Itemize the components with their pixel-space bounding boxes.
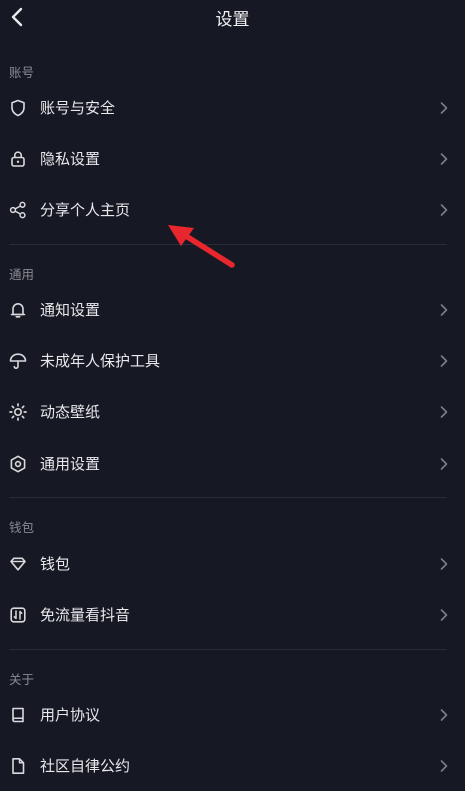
settings-item-notifications[interactable]: 通知设置 bbox=[0, 285, 465, 335]
chevron-right-icon bbox=[440, 609, 448, 621]
chevron-right-icon bbox=[440, 204, 448, 216]
settings-item-label: 动态壁纸 bbox=[40, 403, 101, 421]
hexagon-icon bbox=[10, 455, 26, 473]
settings-item-general-settings[interactable]: 通用设置 bbox=[0, 439, 465, 489]
section-label-about: 关于 bbox=[9, 672, 35, 687]
settings-item-wallet[interactable]: 钱包 bbox=[0, 539, 465, 589]
umbrella-icon bbox=[9, 353, 27, 370]
settings-item-user-agreement[interactable]: 用户协议 bbox=[0, 690, 465, 740]
settings-item-privacy[interactable]: 隐私设置 bbox=[0, 134, 465, 184]
settings-item-free-data[interactable]: 免流量看抖音 bbox=[0, 590, 465, 640]
section-divider bbox=[9, 649, 447, 650]
book-icon bbox=[12, 707, 24, 723]
red-arrow-icon bbox=[168, 225, 235, 268]
chevron-right-icon bbox=[440, 760, 448, 772]
top-bar: 设置 bbox=[0, 0, 465, 34]
chevron-right-icon bbox=[440, 709, 448, 721]
section-label-general: 通用 bbox=[9, 267, 35, 282]
settings-item-label: 未成年人保护工具 bbox=[40, 352, 161, 370]
settings-item-label: 分享个人主页 bbox=[40, 201, 131, 219]
settings-item-label: 用户协议 bbox=[40, 706, 101, 724]
document-icon bbox=[12, 758, 25, 774]
shield-icon bbox=[11, 99, 25, 117]
settings-item-label: 通知设置 bbox=[40, 301, 101, 319]
section-label-account: 账号 bbox=[9, 65, 35, 80]
chevron-right-icon bbox=[440, 406, 448, 418]
settings-item-label: 社区自律公约 bbox=[40, 757, 131, 775]
bell-icon bbox=[10, 303, 26, 318]
share-icon bbox=[9, 201, 26, 219]
chevron-right-icon bbox=[440, 102, 448, 114]
chevron-right-icon bbox=[440, 153, 448, 165]
data-icon bbox=[10, 607, 26, 623]
settings-item-live-wallpaper[interactable]: 动态壁纸 bbox=[0, 387, 465, 437]
page-title: 设置 bbox=[215, 10, 250, 30]
chevron-right-icon bbox=[440, 558, 448, 570]
settings-item-community-guidelines[interactable]: 社区自律公约 bbox=[0, 741, 465, 791]
settings-item-label: 通用设置 bbox=[40, 455, 101, 473]
settings-item-minor-protection[interactable]: 未成年人保护工具 bbox=[0, 336, 465, 386]
settings-item-label: 钱包 bbox=[40, 555, 71, 573]
lock-icon bbox=[11, 151, 25, 167]
gear-sun-icon bbox=[9, 403, 27, 421]
settings-item-label: 隐私设置 bbox=[40, 150, 101, 168]
settings-item-account-security[interactable]: 账号与安全 bbox=[0, 83, 465, 133]
chevron-right-icon bbox=[440, 304, 448, 316]
chevron-right-icon bbox=[440, 355, 448, 367]
diamond-icon bbox=[10, 557, 26, 571]
settings-item-label: 账号与安全 bbox=[40, 99, 116, 117]
chevron-right-icon bbox=[440, 458, 448, 470]
section-divider bbox=[9, 497, 447, 498]
settings-item-label: 免流量看抖音 bbox=[40, 606, 131, 624]
section-label-wallet: 钱包 bbox=[9, 520, 35, 535]
